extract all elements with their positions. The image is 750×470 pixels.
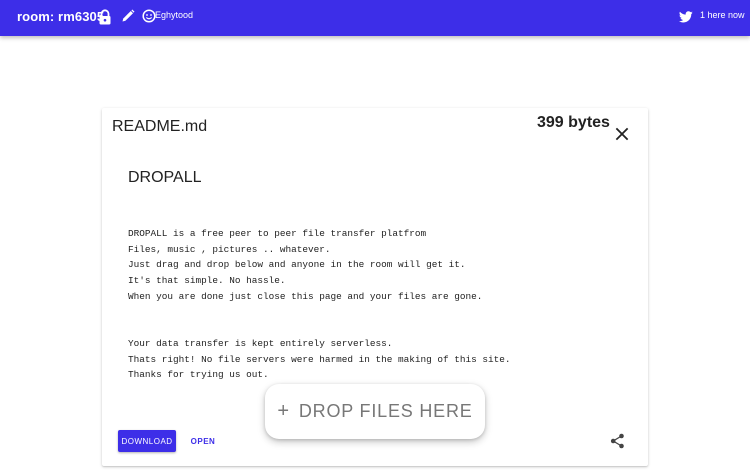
content-line: Just drag and drop below and anyone in t… (128, 259, 466, 271)
close-icon[interactable] (614, 126, 630, 142)
content-line: Thats right! No file servers were harmed… (128, 353, 511, 365)
lock-icon[interactable] (98, 9, 112, 25)
drop-files-label: DROP FILES HERE (298, 401, 473, 421)
content-line: Files, music , pictures .. whatever. (128, 243, 331, 255)
avatar-icon[interactable] (142, 9, 156, 23)
twitter-icon[interactable] (678, 10, 693, 23)
file-size: 399 bytes (537, 114, 610, 131)
content-line: When you are done just close this page a… (128, 290, 483, 302)
content-line: DROPALL is a free peer to peer file tran… (128, 228, 427, 239)
file-name: README.md (112, 118, 208, 135)
download-button[interactable]: DOWNLOAD (118, 430, 176, 452)
pencil-icon[interactable] (121, 9, 135, 23)
open-button[interactable]: OPEN (184, 430, 222, 452)
plus-icon: + (277, 400, 290, 422)
content-line: It's that simple. No hassle. (128, 275, 286, 287)
room-title: room: rm6305 (17, 9, 105, 24)
content-line: Thanks for trying us out. (128, 369, 269, 381)
content-title: DROPALL (128, 169, 202, 186)
content-body: DROPALL is a free peer to peer file tran… (128, 226, 628, 383)
username-link[interactable]: Eghytood (155, 10, 193, 20)
drop-files-button[interactable]: + DROP FILES HERE (265, 384, 485, 439)
here-count: 1 here now (700, 10, 745, 20)
share-icon[interactable] (610, 433, 625, 449)
top-app-bar: room: rm6305 Eghytood 1 here now (0, 0, 750, 36)
content-line: Your data transfer is kept entirely serv… (128, 337, 393, 349)
